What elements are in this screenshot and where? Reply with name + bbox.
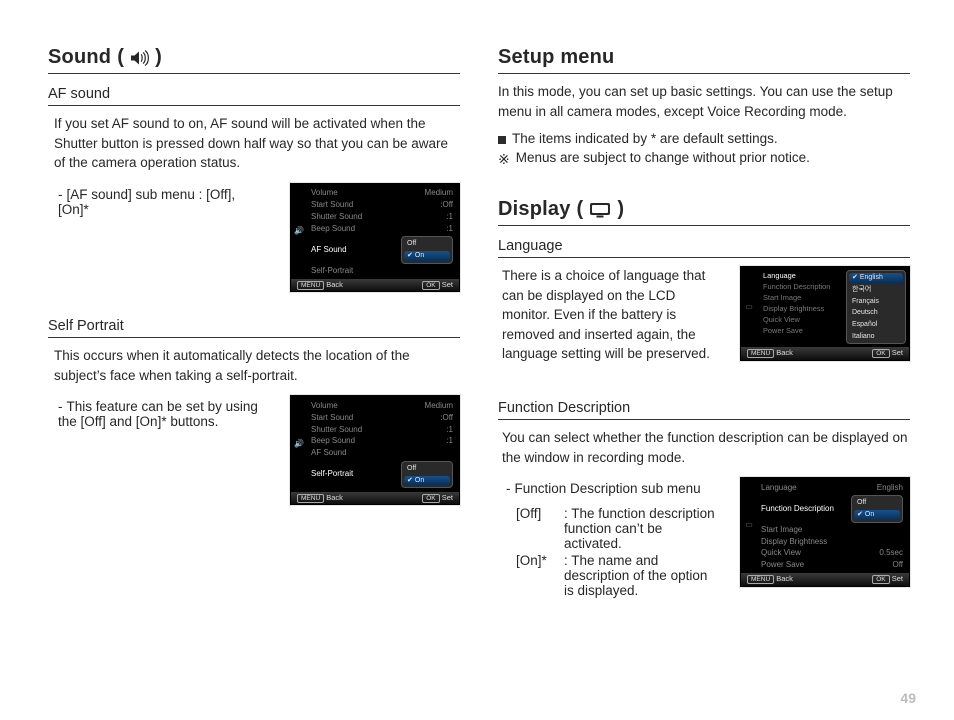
self-portrait-options: Off ✔On bbox=[401, 461, 453, 488]
fdesc-on-key: [On]* bbox=[516, 553, 558, 598]
speaker-icon bbox=[130, 50, 149, 66]
subheading-afsound: AF sound bbox=[48, 86, 460, 102]
ok-chip: OK bbox=[422, 281, 439, 290]
square-bullet-icon bbox=[498, 136, 506, 144]
af-sound-submenu: [AF sound] sub menu : [Off], [On]* bbox=[58, 187, 235, 217]
page-number: 49 bbox=[900, 690, 916, 706]
self-portrait-submenu: This feature can be set by using the [Of… bbox=[58, 399, 258, 429]
heading-sound-text: Sound bbox=[48, 46, 111, 69]
sound-tab-icon: 🔊 bbox=[294, 227, 304, 236]
lcd-language: ▭ Language Function Description Start Im… bbox=[740, 266, 910, 360]
heading-display: Display ( ) bbox=[498, 198, 910, 221]
lcd-af-sound: 🔊 VolumeMedium Start Sound:Off Shutter S… bbox=[290, 183, 460, 293]
reference-mark-icon: ※ bbox=[498, 152, 510, 166]
af-sound-options: Off ✔On bbox=[401, 236, 453, 263]
fdesc-desc: You can select whether the function desc… bbox=[502, 428, 910, 467]
heading-setup: Setup menu bbox=[498, 46, 910, 69]
lcd-function-description: ▭ LanguageEnglish Function Description O… bbox=[740, 477, 910, 587]
menu-chip: MENU bbox=[297, 281, 324, 290]
note-change: Menus are subject to change without prio… bbox=[516, 150, 810, 166]
fdesc-off-text: : The function description function can’… bbox=[564, 506, 718, 551]
subheading-fdesc: Function Description bbox=[498, 400, 910, 416]
display-tab-icon: ▭ bbox=[745, 303, 753, 312]
language-options: ✔English 한국어 Français Deutsch Español It… bbox=[846, 270, 906, 344]
fdesc-pre: Function Description sub menu bbox=[515, 481, 701, 496]
subheading-selfportrait: Self Portrait bbox=[48, 318, 460, 334]
column-right: Setup menu In this mode, you can set up … bbox=[498, 46, 910, 600]
setup-desc: In this mode, you can set up basic setti… bbox=[498, 82, 910, 121]
fdesc-on-text: : The name and description of the option… bbox=[564, 553, 718, 598]
column-left: Sound ( ) AF sound If you set AF sound t… bbox=[48, 46, 460, 600]
display-icon bbox=[589, 202, 611, 218]
opt-on: ✔On bbox=[404, 251, 450, 261]
self-portrait-desc: This occurs when it automatically detect… bbox=[54, 346, 460, 385]
opt-off: Off bbox=[404, 239, 450, 249]
fdesc-off-key: [Off] bbox=[516, 506, 558, 551]
af-sound-desc: If you set AF sound to on, AF sound will… bbox=[54, 114, 460, 173]
language-desc: There is a choice of language that can b… bbox=[502, 266, 718, 364]
note-defaults: The items indicated by * are default set… bbox=[512, 131, 778, 146]
lcd-self-portrait: 🔊 VolumeMedium Start Sound:Off Shutter S… bbox=[290, 395, 460, 505]
lcd-sidebar: 🔊 bbox=[291, 184, 307, 279]
fdesc-options: Off ✔On bbox=[851, 495, 903, 522]
heading-sound: Sound ( ) bbox=[48, 46, 460, 69]
subheading-language: Language bbox=[498, 238, 910, 254]
